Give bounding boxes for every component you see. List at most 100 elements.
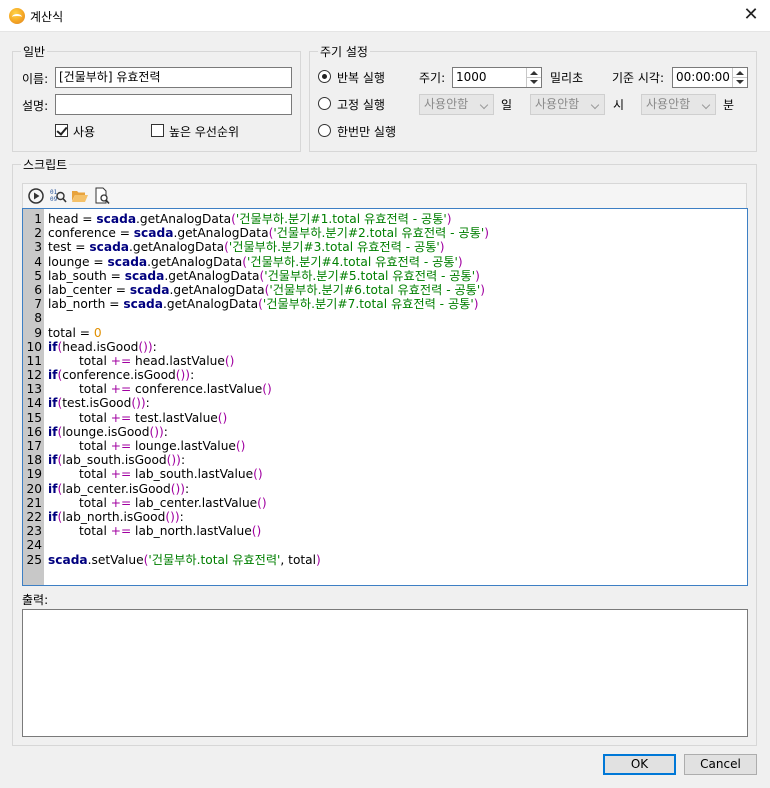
code-text: total += head.lastValue(): [48, 353, 235, 368]
line-number: 8: [34, 311, 42, 326]
line-number: 18: [26, 453, 42, 468]
code-line: 1 head = scada.getAnalogData('건물부하.분기#1.t…: [23, 212, 747, 226]
code-line: 21 total += lab_center.lastValue(): [23, 496, 747, 510]
code-line: 7 lab_north = scada.getAnalogData('건물부하.분…: [23, 297, 747, 311]
code-line: 24: [23, 538, 747, 552]
period-unit: 밀리초: [550, 71, 584, 85]
use-label: 사용: [73, 125, 96, 139]
once-radio[interactable]: [318, 124, 331, 137]
description-input[interactable]: [55, 94, 292, 115]
hour-combo-value: 사용안함: [535, 97, 580, 111]
code-text: total += test.lastValue(): [48, 410, 228, 425]
fixed-label: 고정 실행: [337, 98, 385, 112]
code-text: if(lab_north.isGood()):: [48, 509, 184, 524]
ok-button[interactable]: OK: [603, 754, 676, 775]
general-legend: 일반: [23, 45, 46, 59]
preview-icon[interactable]: [93, 187, 111, 205]
line-number: 13: [26, 382, 42, 397]
line-number: 5: [34, 268, 42, 283]
code-line: 5 lab_south = scada.getAnalogData('건물부하.분…: [23, 269, 747, 283]
description-label: 설명:: [22, 99, 49, 113]
once-label: 한번만 실행: [337, 125, 397, 139]
base-time-spinner[interactable]: 00:00:00: [672, 67, 748, 88]
code-line: 15 total += test.lastValue(): [23, 411, 747, 425]
code-line: 3 test = scada.getAnalogData('건물부하.분기#3.t…: [23, 240, 747, 254]
close-icon[interactable]: ✕: [740, 4, 762, 26]
code-text: if(lab_south.isGood()):: [48, 453, 186, 468]
line-number: 12: [26, 368, 42, 383]
code-line: 22 if(lab_north.isGood()):: [23, 510, 747, 524]
code-line: 8: [23, 311, 747, 325]
line-number: 6: [34, 282, 42, 297]
base-time-spin-arrows[interactable]: [732, 68, 747, 87]
code-line: 18 if(lab_south.isGood()):: [23, 453, 747, 467]
chevron-down-icon: [590, 100, 600, 110]
code-line: 6 lab_center = scada.getAnalogData('건물부하.…: [23, 283, 747, 297]
code-text: if(test.isGood()):: [48, 396, 150, 411]
code-line: 4 lounge = scada.getAnalogData('건물부하.분기#4…: [23, 255, 747, 269]
period-spinner[interactable]: 1000: [452, 67, 542, 88]
period-label: 주기:: [419, 71, 446, 85]
run-icon[interactable]: [27, 187, 45, 205]
code-line: 13 total += conference.lastValue(): [23, 382, 747, 396]
day-label: 일: [501, 98, 513, 112]
code-text: lounge = scada.getAnalogData('건물부하.분기#4.…: [48, 254, 463, 269]
title-bar: 계산식 ✕: [0, 0, 770, 32]
base-time-value: 00:00:00: [676, 70, 730, 84]
script-toolbar: 01 09: [22, 183, 747, 208]
line-number: 10: [26, 339, 42, 354]
output-area[interactable]: [22, 609, 748, 737]
line-number: 1: [34, 212, 42, 226]
line-number: 21: [26, 495, 42, 510]
use-checkbox[interactable]: [55, 124, 68, 137]
open-folder-icon[interactable]: [71, 187, 89, 205]
line-number: 17: [26, 439, 42, 453]
code-text: conference = scada.getAnalogData('건물부하.분…: [48, 226, 489, 241]
code-line: 11 total += head.lastValue(): [23, 354, 747, 368]
chevron-down-icon: [701, 100, 711, 110]
name-input[interactable]: [건물부하] 유효전력: [55, 67, 292, 88]
line-number: 25: [26, 552, 42, 567]
day-combo-value: 사용안함: [424, 97, 469, 111]
spin-down-icon[interactable]: [736, 80, 744, 84]
chevron-down-icon: [479, 100, 489, 110]
fixed-radio[interactable]: [318, 97, 331, 110]
minute-label: 분: [723, 98, 735, 112]
code-text: scada.setValue('건물부하.total 유효전력', total): [48, 552, 321, 567]
line-number: 11: [26, 353, 42, 368]
code-line: 16 if(lounge.isGood()):: [23, 425, 747, 439]
code-line: 9 total = 0: [23, 326, 747, 340]
code-text: test = scada.getAnalogData('건물부하.분기#3.to…: [48, 240, 445, 255]
app-logo-icon: [9, 8, 25, 24]
cancel-button[interactable]: Cancel: [684, 754, 757, 775]
repeat-radio[interactable]: [318, 70, 331, 83]
code-line: 2 conference = scada.getAnalogData('건물부하.…: [23, 226, 747, 240]
spin-up-icon[interactable]: [530, 71, 538, 75]
code-line: 17 total += lounge.lastValue(): [23, 439, 747, 453]
line-number: 20: [26, 481, 42, 496]
code-line: 20 if(lab_center.isGood()):: [23, 482, 747, 496]
line-number: 2: [34, 226, 42, 241]
line-number: 24: [26, 538, 42, 553]
line-number: 16: [26, 424, 42, 439]
debug-icon[interactable]: 01 09: [49, 187, 67, 205]
spin-down-icon[interactable]: [530, 80, 538, 84]
priority-checkbox[interactable]: [151, 124, 164, 137]
period-spin-arrows[interactable]: [526, 68, 541, 87]
script-legend: 스크립트: [23, 158, 68, 172]
code-line: 19 total += lab_south.lastValue(): [23, 467, 747, 481]
code-text: if(lab_center.isGood()):: [48, 481, 190, 496]
line-number: 19: [26, 467, 42, 482]
line-number: 3: [34, 240, 42, 255]
line-number: 23: [26, 524, 42, 539]
code-text: head = scada.getAnalogData('건물부하.분기#1.to…: [48, 212, 452, 226]
script-editor[interactable]: 1 head = scada.getAnalogData('건물부하.분기#1.t…: [22, 208, 748, 586]
code-line: 25 scada.setValue('건물부하.total 유효전력', tota…: [23, 553, 747, 567]
code-text: lab_south = scada.getAnalogData('건물부하.분기…: [48, 268, 480, 283]
cycle-legend: 주기 설정: [320, 45, 368, 59]
day-combo: 사용안함: [419, 94, 494, 115]
line-number: 7: [34, 297, 42, 312]
spin-up-icon[interactable]: [736, 71, 744, 75]
code-text: total = 0: [48, 325, 102, 340]
name-label: 이름:: [22, 72, 49, 86]
